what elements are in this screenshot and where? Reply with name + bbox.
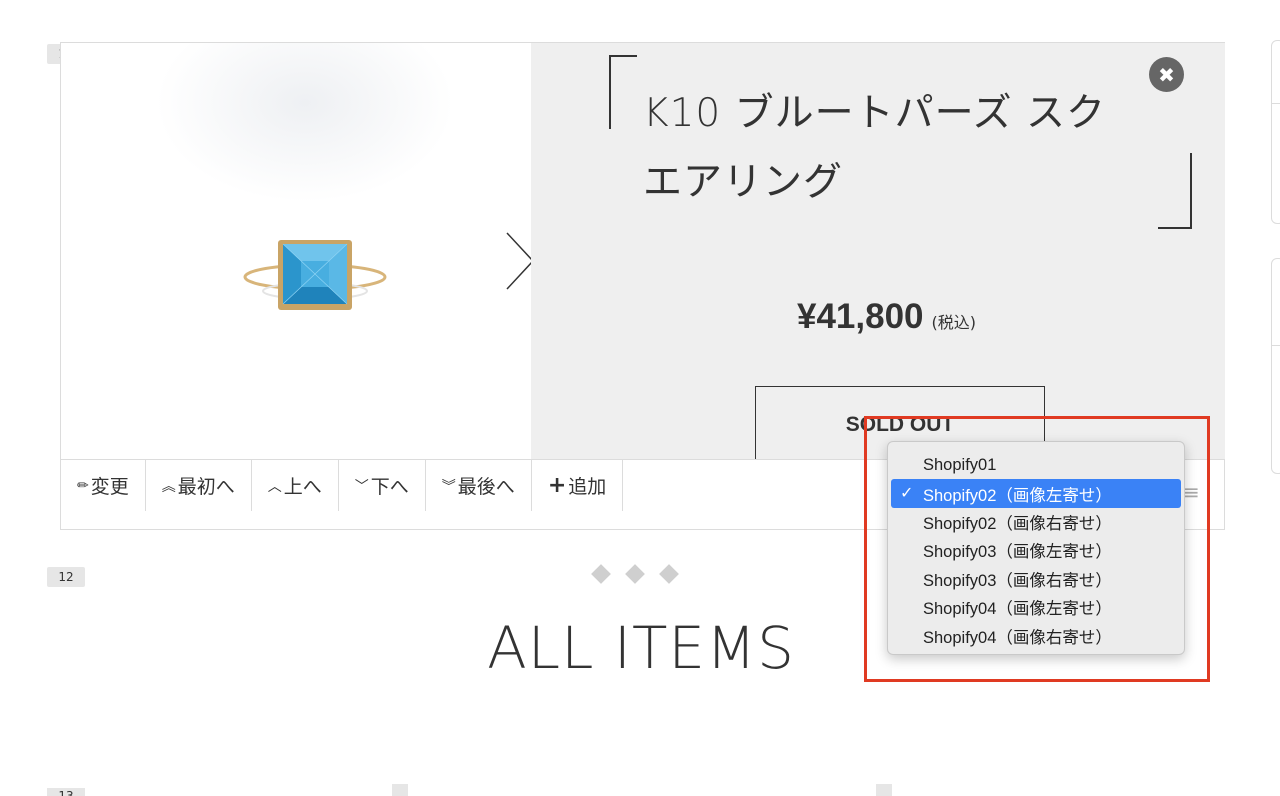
dropdown-option[interactable]: Shopify03（画像左寄せ） [888,536,1184,564]
double-chevron-down-icon: ︾ [441,478,456,495]
move-last-button[interactable]: ︾ 最後へ [426,460,532,511]
product-image-area [95,43,531,459]
move-down-label: 下へ [370,476,409,498]
dropdown-option[interactable]: Shopify02（画像右寄せ） [888,508,1184,536]
product-image-ring [243,240,387,310]
layout-select-dropdown[interactable]: Shopify01 ✓ Shopify02（画像左寄せ） Shopify02（画像右寄… [887,441,1185,655]
product-price: ¥41,800 [797,297,924,336]
dropdown-option-label: Shopify03（画像右寄せ） [923,571,1112,590]
edit-button[interactable]: ✏ 変更 [61,460,146,511]
add-button[interactable]: + 追加 [532,460,624,511]
chevron-down-icon: ﹀ [354,478,369,495]
diamond-icon [659,564,679,584]
close-icon[interactable]: ✖ [1149,57,1184,92]
dropdown-option-label: Shopify01 [923,455,997,474]
move-up-button[interactable]: ︿ 上へ [252,460,339,511]
move-first-button[interactable]: ︽ 最初へ [146,460,252,511]
checkmark-icon: ✓ [900,485,914,503]
dropdown-option-label: Shopify04（画像左寄せ） [923,600,1112,619]
tax-label: (税込) [931,313,977,332]
move-down-button[interactable]: ﹀ 下へ [339,460,426,511]
dropdown-option[interactable]: ✓ Shopify02（画像左寄せ） [891,479,1181,508]
dropdown-option[interactable]: Shopify03（画像右寄せ） [888,565,1184,593]
edit-label: 変更 [90,476,129,498]
move-up-label: 上へ [283,476,322,498]
bracket-decoration-right [1158,153,1192,229]
price-row: ¥41,800 (税込) [797,297,976,337]
plus-icon: + [547,473,567,498]
add-label: 追加 [568,476,607,498]
dropdown-option[interactable]: Shopify04（画像右寄せ） [888,621,1184,649]
dropdown-option-label: Shopify04（画像右寄せ） [923,628,1112,647]
bracket-decoration-left [609,55,637,129]
section-number-12: 12 [47,567,85,587]
side-panel-tab[interactable] [1271,40,1280,224]
diamond-icon [591,564,611,584]
dropdown-option[interactable]: Shopify01 [888,451,1184,479]
move-first-label: 最初へ [177,476,235,498]
move-last-label: 最後へ [457,476,515,498]
product-title: K10 ブルートパーズ スクエアリング [643,91,1107,205]
dropdown-option-label: Shopify03（画像左寄せ） [923,543,1112,562]
next-section-column-marker [876,784,892,796]
section-number-13: 13 [47,788,85,796]
next-section-column-marker [392,784,408,796]
chevron-up-icon: ︿ [267,478,282,495]
dropdown-option-label: Shopify02（画像右寄せ） [923,514,1112,533]
dropdown-option-label: Shopify02（画像左寄せ） [923,486,1112,505]
dropdown-option[interactable]: Shopify04（画像左寄せ） [888,593,1184,621]
chevron-right-icon[interactable] [503,231,531,291]
diamond-divider [591,564,679,584]
drag-handle-icon[interactable]: ≡ [1183,480,1200,504]
pencil-icon: ✏ [77,477,89,494]
double-chevron-up-icon: ︽ [161,478,176,495]
product-info-area: K10 ブルートパーズ スクエアリング ✖ ¥41,800 (税込) SOLD … [531,43,1225,466]
diamond-icon [625,564,645,584]
side-panel-tab[interactable] [1271,258,1280,474]
